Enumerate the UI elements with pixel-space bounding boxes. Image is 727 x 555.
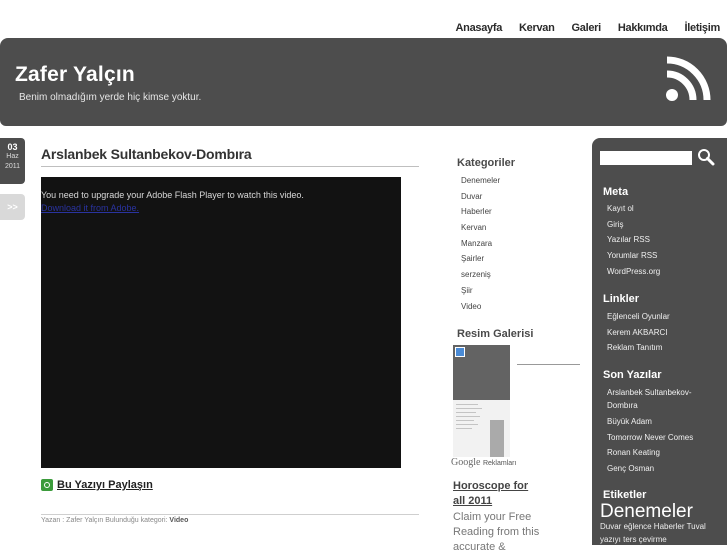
meta-item[interactable]: Yazılar RSS xyxy=(607,232,660,248)
recent-post-item[interactable]: Tomorrow Never Comes xyxy=(607,430,717,446)
recent-post-item[interactable]: Ronan Keating xyxy=(607,445,717,461)
category-item[interactable]: Manzara xyxy=(461,238,500,254)
category-item[interactable]: Haberler xyxy=(461,206,500,222)
recent-post-item[interactable]: Genç Osman xyxy=(607,461,717,477)
links-list: Eğlenceli Oyunlar Kerem AKBARCI Reklam T… xyxy=(607,309,670,356)
title-divider xyxy=(41,166,419,167)
category-item[interactable]: Şiir xyxy=(461,285,500,301)
link-item[interactable]: Kerem AKBARCI xyxy=(607,325,670,341)
links-heading: Linkler xyxy=(603,293,640,305)
google-logo: Google xyxy=(451,457,481,468)
post-date-month: Haz xyxy=(6,153,19,160)
google-ads-label[interactable]: Google Reklamları xyxy=(451,457,516,468)
category-item[interactable]: Duvar xyxy=(461,191,500,207)
recent-posts-list: Arslanbek Sultanbekov-Dombıra Büyük Adam… xyxy=(607,385,717,477)
site-header: Zafer Yalçın Benim olmadığım yerde hiç k… xyxy=(0,38,727,126)
category-item[interactable]: Denemeler xyxy=(461,175,500,191)
ad-title-link[interactable]: Horoscope for all 2011 xyxy=(453,479,543,509)
category-item[interactable]: Video xyxy=(461,301,500,317)
nav-kervan[interactable]: Kervan xyxy=(519,22,555,34)
category-item[interactable]: serzeniş xyxy=(461,269,500,285)
nav-home[interactable]: Anasayfa xyxy=(456,22,503,34)
post-meta-prefix: Yazan : Zafer Yalçın Bulunduğu kategori: xyxy=(41,517,168,524)
post-meta: Yazan : Zafer Yalçın Bulunduğu kategori:… xyxy=(41,517,188,524)
meta-item[interactable]: WordPress.org xyxy=(607,264,660,280)
tags-heading: Etiketler xyxy=(603,489,647,501)
ad-text: Claim your Free Reading from this accura… xyxy=(453,511,540,553)
category-list: Denemeler Duvar Haberler Kervan Manzara … xyxy=(461,175,500,316)
post-title[interactable]: Arslanbek Sultanbekov-Dombıra xyxy=(41,146,252,162)
category-item[interactable]: Kervan xyxy=(461,222,500,238)
google-ads-suffix: Reklamları xyxy=(482,460,517,467)
meta-list: Kayıt ol Giriş Yazılar RSS Yorumlar RSS … xyxy=(607,201,660,280)
rss-icon[interactable] xyxy=(665,56,711,102)
recent-post-item[interactable]: Arslanbek Sultanbekov-Dombıra xyxy=(607,385,717,414)
site-title[interactable]: Zafer Yalçın xyxy=(15,63,135,87)
search-input[interactable] xyxy=(600,151,692,165)
nav-about[interactable]: Hakkımda xyxy=(618,22,668,34)
site-description: Benim olmadığım yerde hiç kimse yoktur. xyxy=(19,92,202,103)
recent-post-item[interactable]: Büyük Adam xyxy=(607,414,717,430)
share-button[interactable]: Bu Yazıyı Paylaşın xyxy=(41,479,153,491)
share-icon xyxy=(41,479,53,491)
share-label: Bu Yazıyı Paylaşın xyxy=(57,479,153,491)
post-date-year: 2011 xyxy=(4,163,21,170)
meta-divider xyxy=(41,514,419,515)
post-date-day: 03 xyxy=(7,142,18,152)
top-nav: Anasayfa Kervan Galeri Hakkımda İletişim xyxy=(456,22,721,34)
meta-item[interactable]: Yorumlar RSS xyxy=(607,248,660,264)
video-player[interactable]: You need to upgrade your Adobe Flash Pla… xyxy=(41,177,401,468)
link-item[interactable]: Eğlenceli Oyunlar xyxy=(607,309,670,325)
nav-gallery[interactable]: Galeri xyxy=(572,22,602,34)
gallery-image[interactable] xyxy=(453,345,510,457)
download-flash-link[interactable]: Download it from Adobe. xyxy=(41,203,139,213)
right-sidebar: Meta Kayıt ol Giriş Yazılar RSS Yorumlar… xyxy=(592,138,727,545)
nav-contact[interactable]: İletişim xyxy=(684,22,720,34)
post-date-badge: 03 Haz 2011 xyxy=(0,138,25,184)
tag-cloud[interactable]: Duvar eğlence Haberler Tuval yazıyı ters… xyxy=(600,520,725,545)
flash-upgrade-message: You need to upgrade your Adobe Flash Pla… xyxy=(41,190,304,200)
meta-item[interactable]: Kayıt ol xyxy=(607,201,660,217)
link-item[interactable]: Reklam Tanıtım xyxy=(607,340,670,356)
recent-posts-heading: Son Yazılar xyxy=(603,369,662,381)
meta-item[interactable]: Giriş xyxy=(607,217,660,233)
categories-heading: Kategoriler xyxy=(457,157,516,169)
gallery-heading: Resim Galerisi xyxy=(457,328,534,340)
next-post-button[interactable]: >> xyxy=(0,194,25,220)
search-icon[interactable] xyxy=(697,148,715,166)
meta-heading: Meta xyxy=(603,186,629,198)
image-badge-icon xyxy=(455,347,465,357)
post-category-link[interactable]: Video xyxy=(169,517,188,524)
category-item[interactable]: Şairler xyxy=(461,253,500,269)
gallery-divider xyxy=(517,364,580,365)
